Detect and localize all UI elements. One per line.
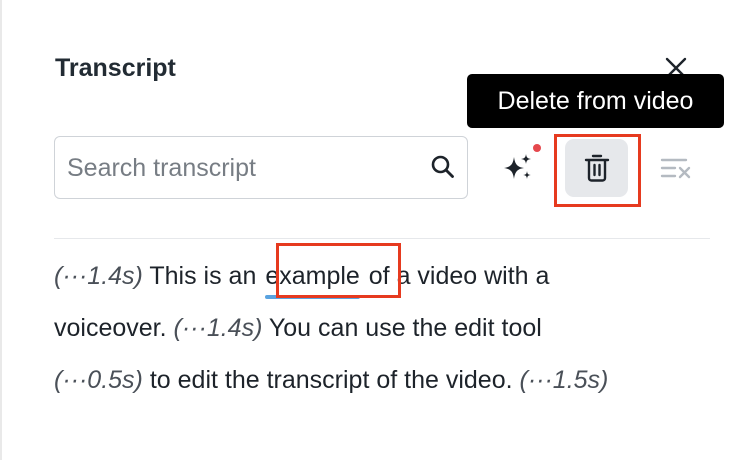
transcript-text-segment[interactable]: You can use the edit tool [262, 314, 542, 342]
search-box [54, 136, 468, 199]
delete-tooltip: Delete from video [467, 74, 724, 128]
search-icon[interactable] [429, 153, 457, 181]
transcript-line: voiceover. (···1.4s) You can use the edi… [54, 302, 724, 354]
transcript-text-segment[interactable]: voiceover. [54, 314, 174, 342]
clear-button[interactable] [655, 148, 697, 188]
transcript-text-segment[interactable]: to edit the transcript of the video. [143, 366, 520, 394]
pause-marker[interactable]: (···1.5s) [520, 366, 609, 394]
divider [54, 238, 710, 239]
panel-title: Transcript [55, 54, 176, 82]
search-input[interactable] [65, 137, 419, 199]
transcript-panel: Transcript Delete [0, 0, 750, 460]
delete-button-highlight [554, 134, 641, 207]
clear-list-icon [660, 158, 691, 179]
sparkles-icon [504, 154, 531, 179]
pause-marker[interactable]: (···0.5s) [54, 366, 143, 394]
notification-dot [533, 144, 541, 152]
pause-marker[interactable]: (···1.4s) [174, 314, 263, 342]
transcript-text-segment[interactable]: This is an [143, 262, 263, 290]
selected-word-highlight [276, 243, 401, 298]
ai-tools-button[interactable] [496, 146, 540, 190]
pause-marker[interactable]: (···1.4s) [54, 262, 143, 290]
transcript-line: (···0.5s) to edit the transcript of the … [54, 354, 724, 406]
panel-left-border [0, 0, 2, 460]
